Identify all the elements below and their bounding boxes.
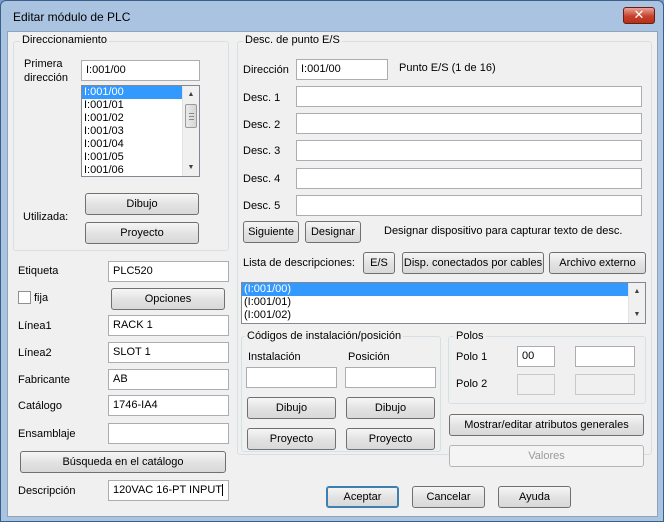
- options-button[interactable]: Opciones: [111, 288, 225, 310]
- pole2-label: Polo 2: [456, 378, 488, 390]
- address-list-item[interactable]: I:001/05: [82, 151, 182, 164]
- description-list-item[interactable]: (I:001/02): [242, 309, 628, 322]
- addressing-group-label: Direccionamiento: [20, 34, 109, 46]
- io-point-group-label: Desc. de punto E/S: [243, 34, 342, 46]
- assembly-label: Ensamblaje: [18, 428, 76, 440]
- address-list-item[interactable]: I:001/04: [82, 138, 182, 151]
- assembly-field[interactable]: [108, 423, 229, 444]
- address-list-item[interactable]: I:001/02: [82, 112, 182, 125]
- desc3-label: Desc. 3: [243, 145, 281, 157]
- tag-field[interactable]: PLC520: [108, 261, 229, 282]
- fixed-label: fija: [34, 292, 49, 304]
- catalog-label: Catálogo: [18, 400, 63, 412]
- accept-button[interactable]: Aceptar: [326, 486, 399, 508]
- scroll-up-arrow-icon[interactable]: ▲: [629, 283, 645, 300]
- location-drawing-button[interactable]: Dibujo: [346, 397, 435, 419]
- catalog-field[interactable]: 1746-IA4: [108, 395, 229, 416]
- first-address-label-line1: Primera: [24, 58, 63, 70]
- installation-project-button[interactable]: Proyecto: [247, 428, 336, 450]
- line2-label: Línea2: [18, 347, 52, 359]
- addressing-project-button[interactable]: Proyecto: [85, 222, 199, 244]
- first-address-label-line2: dirección: [24, 72, 69, 84]
- scroll-down-arrow-icon[interactable]: ▼: [629, 306, 645, 323]
- description-listbox[interactable]: (I:001/00) (I:001/01) (I:001/02) ▲ ▼: [241, 282, 646, 324]
- designate-hint: Designar dispositivo para capturar texto…: [384, 225, 623, 237]
- title-bar[interactable]: Editar módulo de PLC ✕: [1, 1, 663, 31]
- tag-label: Etiqueta: [18, 265, 59, 277]
- cancel-button[interactable]: Cancelar: [412, 486, 485, 508]
- external-file-button[interactable]: Archivo externo: [549, 252, 646, 274]
- pole1-second-field[interactable]: [575, 346, 635, 367]
- desc1-label: Desc. 1: [243, 92, 281, 104]
- desc2-field[interactable]: [296, 113, 642, 134]
- line1-label: Línea1: [18, 320, 52, 332]
- description-list-item[interactable]: (I:001/01): [242, 296, 628, 309]
- pole2-field: [517, 374, 555, 395]
- help-button[interactable]: Ayuda: [498, 486, 571, 508]
- desc5-field[interactable]: [296, 195, 642, 216]
- manufacturer-field[interactable]: AB: [108, 369, 229, 390]
- scroll-thumb[interactable]: [185, 104, 197, 128]
- values-button: Valores: [449, 445, 644, 467]
- install-codes-group-label: Códigos de instalación/posición: [245, 330, 404, 342]
- first-address-field[interactable]: I:001/00: [81, 60, 200, 81]
- line1-field[interactable]: RACK 1: [108, 315, 229, 336]
- scroll-up-arrow-icon[interactable]: ▲: [183, 86, 199, 103]
- description-label: Descripción: [18, 485, 76, 497]
- io-button[interactable]: E/S: [363, 252, 395, 274]
- pole2-second-field: [575, 374, 635, 395]
- location-field[interactable]: [345, 367, 436, 388]
- desc5-label: Desc. 5: [243, 200, 281, 212]
- manufacturer-label: Fabricante: [18, 374, 70, 386]
- address-list-item[interactable]: I:001/01: [82, 99, 182, 112]
- pole1-field[interactable]: 00: [517, 346, 555, 367]
- scroll-down-arrow-icon[interactable]: ▼: [183, 159, 199, 176]
- io-address-label: Dirección: [243, 64, 289, 76]
- pole1-label: Polo 1: [456, 351, 488, 363]
- cable-devices-button[interactable]: Disp. conectados por cables: [402, 252, 544, 274]
- catalog-search-button[interactable]: Búsqueda en el catálogo: [20, 451, 226, 473]
- show-edit-attributes-button[interactable]: Mostrar/editar atributos generales: [449, 414, 644, 436]
- installation-label: Instalación: [248, 351, 301, 363]
- designate-button[interactable]: Designar: [305, 221, 361, 243]
- io-address-field[interactable]: I:001/00: [296, 59, 388, 80]
- address-list-item[interactable]: I:001/03: [82, 125, 182, 138]
- description-list-scrollbar[interactable]: ▲ ▼: [628, 283, 645, 323]
- installation-field[interactable]: [246, 367, 337, 388]
- addressing-drawing-button[interactable]: Dibujo: [85, 193, 199, 215]
- description-value: 120VAC 16-PT INPUT: [113, 484, 224, 496]
- close-button[interactable]: ✕: [623, 7, 655, 24]
- address-list-item[interactable]: I:001/00: [82, 86, 182, 99]
- fixed-checkbox[interactable]: [18, 291, 31, 304]
- desc-list-label: Lista de descripciones:: [243, 257, 355, 269]
- line2-field[interactable]: SLOT 1: [108, 342, 229, 363]
- location-project-button[interactable]: Proyecto: [346, 428, 435, 450]
- desc4-label: Desc. 4: [243, 173, 281, 185]
- next-button[interactable]: Siguiente: [243, 221, 299, 243]
- used-label: Utilizada:: [23, 211, 69, 223]
- window-title: Editar módulo de PLC: [13, 10, 131, 24]
- desc2-label: Desc. 2: [243, 119, 281, 131]
- desc3-field[interactable]: [296, 140, 642, 161]
- desc4-field[interactable]: [296, 168, 642, 189]
- address-list-scrollbar[interactable]: ▲ ▼: [182, 86, 199, 176]
- description-list-items: (I:001/00) (I:001/01) (I:001/02): [242, 283, 645, 322]
- io-point-info: Punto E/S (1 de 16): [399, 62, 496, 74]
- description-field[interactable]: 120VAC 16-PT INPUT: [108, 480, 229, 501]
- location-label: Posición: [348, 351, 390, 363]
- desc1-field[interactable]: [296, 86, 642, 107]
- poles-group-label: Polos: [454, 330, 486, 342]
- dialog-client-area: Direccionamiento Primera dirección I:001…: [7, 31, 658, 517]
- plc-module-dialog: Editar módulo de PLC ✕ Direccionamiento …: [0, 0, 664, 522]
- address-listbox[interactable]: I:001/00 I:001/01 I:001/02 I:001/03 I:001/04…: [81, 85, 200, 177]
- description-list-item[interactable]: (I:001/00): [242, 283, 628, 296]
- installation-drawing-button[interactable]: Dibujo: [247, 397, 336, 419]
- address-list-item[interactable]: I:001/06: [82, 164, 182, 176]
